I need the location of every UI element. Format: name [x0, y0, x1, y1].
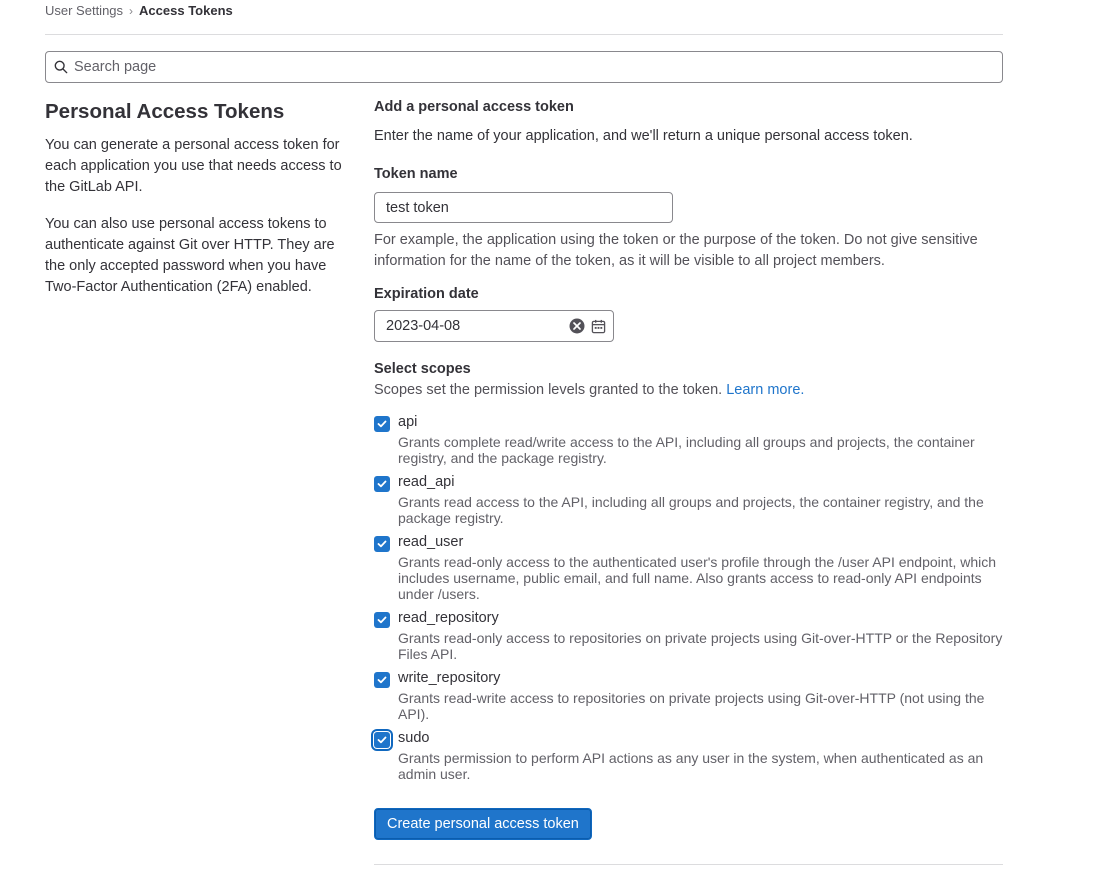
- scope-name: read_repository: [398, 610, 499, 626]
- scope-description: Grants read-write access to repositories…: [398, 690, 985, 722]
- token-name-help: For example, the application using the t…: [374, 232, 978, 269]
- clear-icon[interactable]: [569, 318, 585, 334]
- expiration-label: Expiration date: [374, 286, 479, 302]
- breadcrumb-user-settings[interactable]: User Settings: [45, 3, 123, 18]
- form-heading: Add a personal access token: [374, 99, 574, 115]
- intro-paragraph: You can generate a personal access token…: [45, 137, 342, 195]
- scope-description: Grants permission to perform API actions…: [398, 750, 984, 782]
- chevron-right-icon: ›: [129, 3, 134, 18]
- search-icon: [54, 60, 68, 74]
- token-name-field[interactable]: test token: [374, 192, 673, 223]
- calendar-icon[interactable]: [591, 319, 606, 334]
- scope-name: read_api: [398, 474, 455, 490]
- scopes-label: Select scopes: [374, 361, 471, 377]
- create-token-button[interactable]: Create personal access token: [374, 808, 592, 840]
- checkbox-checked-icon[interactable]: [374, 476, 390, 492]
- expiration-date-value: 2023-04-08: [386, 318, 461, 334]
- checkbox-checked-icon[interactable]: [374, 536, 390, 552]
- scopes-help: Scopes set the permission levels granted…: [374, 382, 804, 398]
- scope-description: Grants read access to the API, including…: [398, 494, 984, 526]
- divider: [45, 34, 1003, 35]
- breadcrumb: User Settings › Access Tokens: [45, 3, 233, 18]
- learn-more-link[interactable]: Learn more.: [726, 382, 804, 398]
- scope-name: read_user: [398, 534, 464, 550]
- checkbox-checked-icon[interactable]: [374, 612, 390, 628]
- form-intro: Enter the name of your application, and …: [374, 128, 913, 144]
- checkbox-checked-icon[interactable]: [374, 672, 390, 688]
- git-http-paragraph: You can also use personal access tokens …: [45, 216, 335, 295]
- breadcrumb-access-tokens[interactable]: Access Tokens: [139, 3, 233, 18]
- checkbox-checked-icon[interactable]: [374, 732, 390, 748]
- token-name-value: test token: [386, 199, 449, 216]
- divider: [374, 864, 1003, 865]
- token-name-label: Token name: [374, 166, 458, 182]
- left-column: Personal Access Tokens You can generate …: [45, 99, 350, 298]
- search-input[interactable]: [72, 58, 976, 76]
- scope-name: api: [398, 414, 418, 430]
- scope-description: Grants read-only access to the authentic…: [398, 554, 997, 602]
- expiration-date-field[interactable]: 2023-04-08: [374, 310, 614, 342]
- scope-name: write_repository: [398, 670, 501, 686]
- scope-description: Grants complete read/write access to the…: [398, 434, 975, 466]
- scope-name: sudo: [398, 730, 430, 746]
- scope-description: Grants read-only access to repositories …: [398, 630, 1003, 662]
- scopes-help-text: Scopes set the permission levels granted…: [374, 382, 723, 398]
- checkbox-checked-icon[interactable]: [374, 416, 390, 432]
- page-title: Personal Access Tokens: [45, 100, 285, 123]
- search-box[interactable]: [45, 51, 1003, 83]
